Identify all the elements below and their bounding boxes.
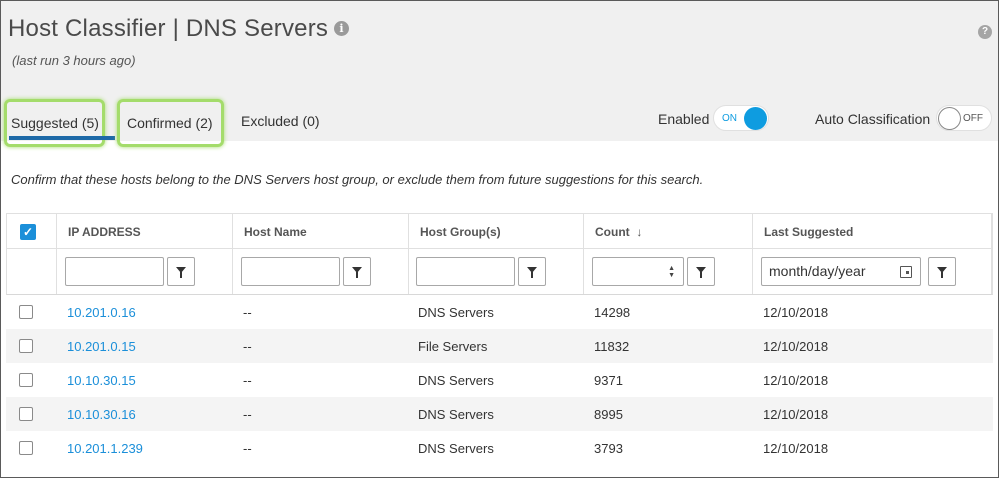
enabled-label: Enabled (658, 111, 710, 127)
ip-address-link[interactable]: 10.10.30.15 (67, 373, 136, 388)
host-group-cell: File Servers (418, 339, 488, 354)
host-name-filter-input[interactable] (241, 257, 340, 286)
sort-descending-icon: ↓ (636, 225, 643, 239)
last-suggested-header[interactable]: Last Suggested (764, 225, 853, 239)
host-group-cell: DNS Servers (418, 441, 494, 456)
count-cell: 14298 (594, 305, 631, 320)
toggle-knob (744, 107, 767, 130)
row-checkbox[interactable] (19, 339, 33, 353)
active-tab-underline (9, 136, 115, 140)
host-name-header[interactable]: Host Name (244, 225, 307, 239)
enabled-toggle-state: ON (722, 113, 737, 124)
last-suggested-cell: 12/10/2018 (763, 373, 829, 388)
ip-address-link[interactable]: 10.201.0.16 (67, 305, 136, 320)
ip-address-link[interactable]: 10.201.1.239 (67, 441, 143, 456)
table-row: 10.10.30.15 -- DNS Servers 9371 12/10/20… (6, 363, 993, 397)
tab-confirmed[interactable]: Confirmed (2) (117, 99, 224, 147)
host-group-header[interactable]: Host Group(s) (420, 225, 501, 239)
host-name-cell: -- (243, 407, 252, 422)
page-title-text: Host Classifier | DNS Servers (8, 15, 329, 42)
number-spinner-icon[interactable]: ▲ ▼ (668, 265, 675, 279)
select-all-checkbox[interactable]: ✓ (20, 224, 36, 240)
tab-suggested-label: Suggested (5) (11, 115, 99, 131)
ip-address-filter-button[interactable] (167, 257, 195, 286)
auto-classification-toggle-state: OFF (963, 113, 983, 124)
filter-icon (527, 267, 537, 278)
hosts-table: ✓ IP ADDRESS Host Name Host Group(s) Cou… (6, 213, 993, 465)
host-group-filter-button[interactable] (518, 257, 546, 286)
host-group-cell: DNS Servers (418, 407, 494, 422)
count-filter-button[interactable] (687, 257, 715, 286)
host-group-filter-input[interactable] (416, 257, 515, 286)
table-body: 10.201.0.16 -- DNS Servers 14298 12/10/2… (6, 295, 993, 465)
ip-address-link[interactable]: 10.10.30.16 (67, 407, 136, 422)
ip-address-column: IP ADDRESS (57, 214, 233, 294)
count-header-label: Count (595, 225, 630, 239)
ip-address-link[interactable]: 10.201.0.15 (67, 339, 136, 354)
table-header: ✓ IP ADDRESS Host Name Host Group(s) Cou… (6, 213, 993, 295)
host-name-filter-button[interactable] (343, 257, 371, 286)
calendar-icon[interactable] (900, 266, 912, 278)
host-name-cell: -- (243, 373, 252, 388)
filter-icon (696, 267, 706, 278)
host-name-cell: -- (243, 305, 252, 320)
toggle-knob (938, 107, 961, 130)
last-suggested-filter-button[interactable] (928, 257, 956, 286)
help-icon[interactable]: ? (978, 25, 992, 39)
last-suggested-cell: 12/10/2018 (763, 339, 829, 354)
host-name-cell: -- (243, 339, 252, 354)
host-name-column: Host Name (233, 214, 409, 294)
ip-address-header[interactable]: IP ADDRESS (68, 225, 141, 239)
auto-classification-label: Auto Classification (815, 111, 931, 127)
table-row: 10.201.1.239 -- DNS Servers 3793 12/10/2… (6, 431, 993, 465)
select-column: ✓ (7, 214, 57, 294)
last-run-subtitle: (last run 3 hours ago) (12, 53, 136, 68)
page-frame: Host Classifier | DNS Servers i ? (last r… (0, 0, 999, 478)
count-cell: 8995 (594, 407, 623, 422)
host-group-cell: DNS Servers (418, 373, 494, 388)
row-checkbox[interactable] (19, 441, 33, 455)
filter-icon (352, 267, 362, 278)
last-suggested-cell: 12/10/2018 (763, 407, 829, 422)
count-filter-input[interactable]: ▲ ▼ (592, 257, 684, 286)
row-checkbox[interactable] (19, 305, 33, 319)
row-checkbox[interactable] (19, 373, 33, 387)
count-header[interactable]: Count ↓ (595, 225, 642, 239)
page-title: Host Classifier | DNS Servers i (8, 15, 350, 43)
filter-icon (937, 267, 947, 278)
count-cell: 9371 (594, 373, 623, 388)
ip-address-filter-input[interactable] (65, 257, 164, 286)
filter-icon (176, 267, 186, 278)
host-name-cell: -- (243, 441, 252, 456)
tab-confirmed-label: Confirmed (2) (127, 115, 213, 131)
count-column: Count ↓ ▲ ▼ (584, 214, 753, 294)
count-cell: 3793 (594, 441, 623, 456)
host-group-column: Host Group(s) (409, 214, 584, 294)
auto-classification-toggle[interactable]: OFF (936, 105, 992, 131)
header-divider (7, 248, 992, 249)
enabled-toggle[interactable]: ON (713, 105, 769, 131)
last-suggested-column: Last Suggested month/day/year (753, 214, 992, 294)
instructions-text: Confirm that these hosts belong to the D… (11, 172, 704, 187)
last-suggested-cell: 12/10/2018 (763, 305, 829, 320)
last-suggested-cell: 12/10/2018 (763, 441, 829, 456)
last-suggested-date-input[interactable]: month/day/year (761, 257, 921, 286)
table-row: 10.201.0.15 -- File Servers 11832 12/10/… (6, 329, 993, 363)
table-row: 10.10.30.16 -- DNS Servers 8995 12/10/20… (6, 397, 993, 431)
count-cell: 11832 (594, 339, 630, 354)
tab-suggested[interactable]: Suggested (5) (4, 99, 115, 147)
tab-excluded[interactable]: Excluded (0) (241, 99, 320, 147)
info-icon[interactable]: i (334, 21, 350, 36)
tab-excluded-label: Excluded (0) (241, 113, 320, 129)
date-placeholder: month/day/year (769, 263, 866, 279)
host-group-cell: DNS Servers (418, 305, 494, 320)
page-header: Host Classifier | DNS Servers i ? (last r… (1, 1, 998, 147)
row-checkbox[interactable] (19, 407, 33, 421)
table-row: 10.201.0.16 -- DNS Servers 14298 12/10/2… (6, 295, 993, 329)
